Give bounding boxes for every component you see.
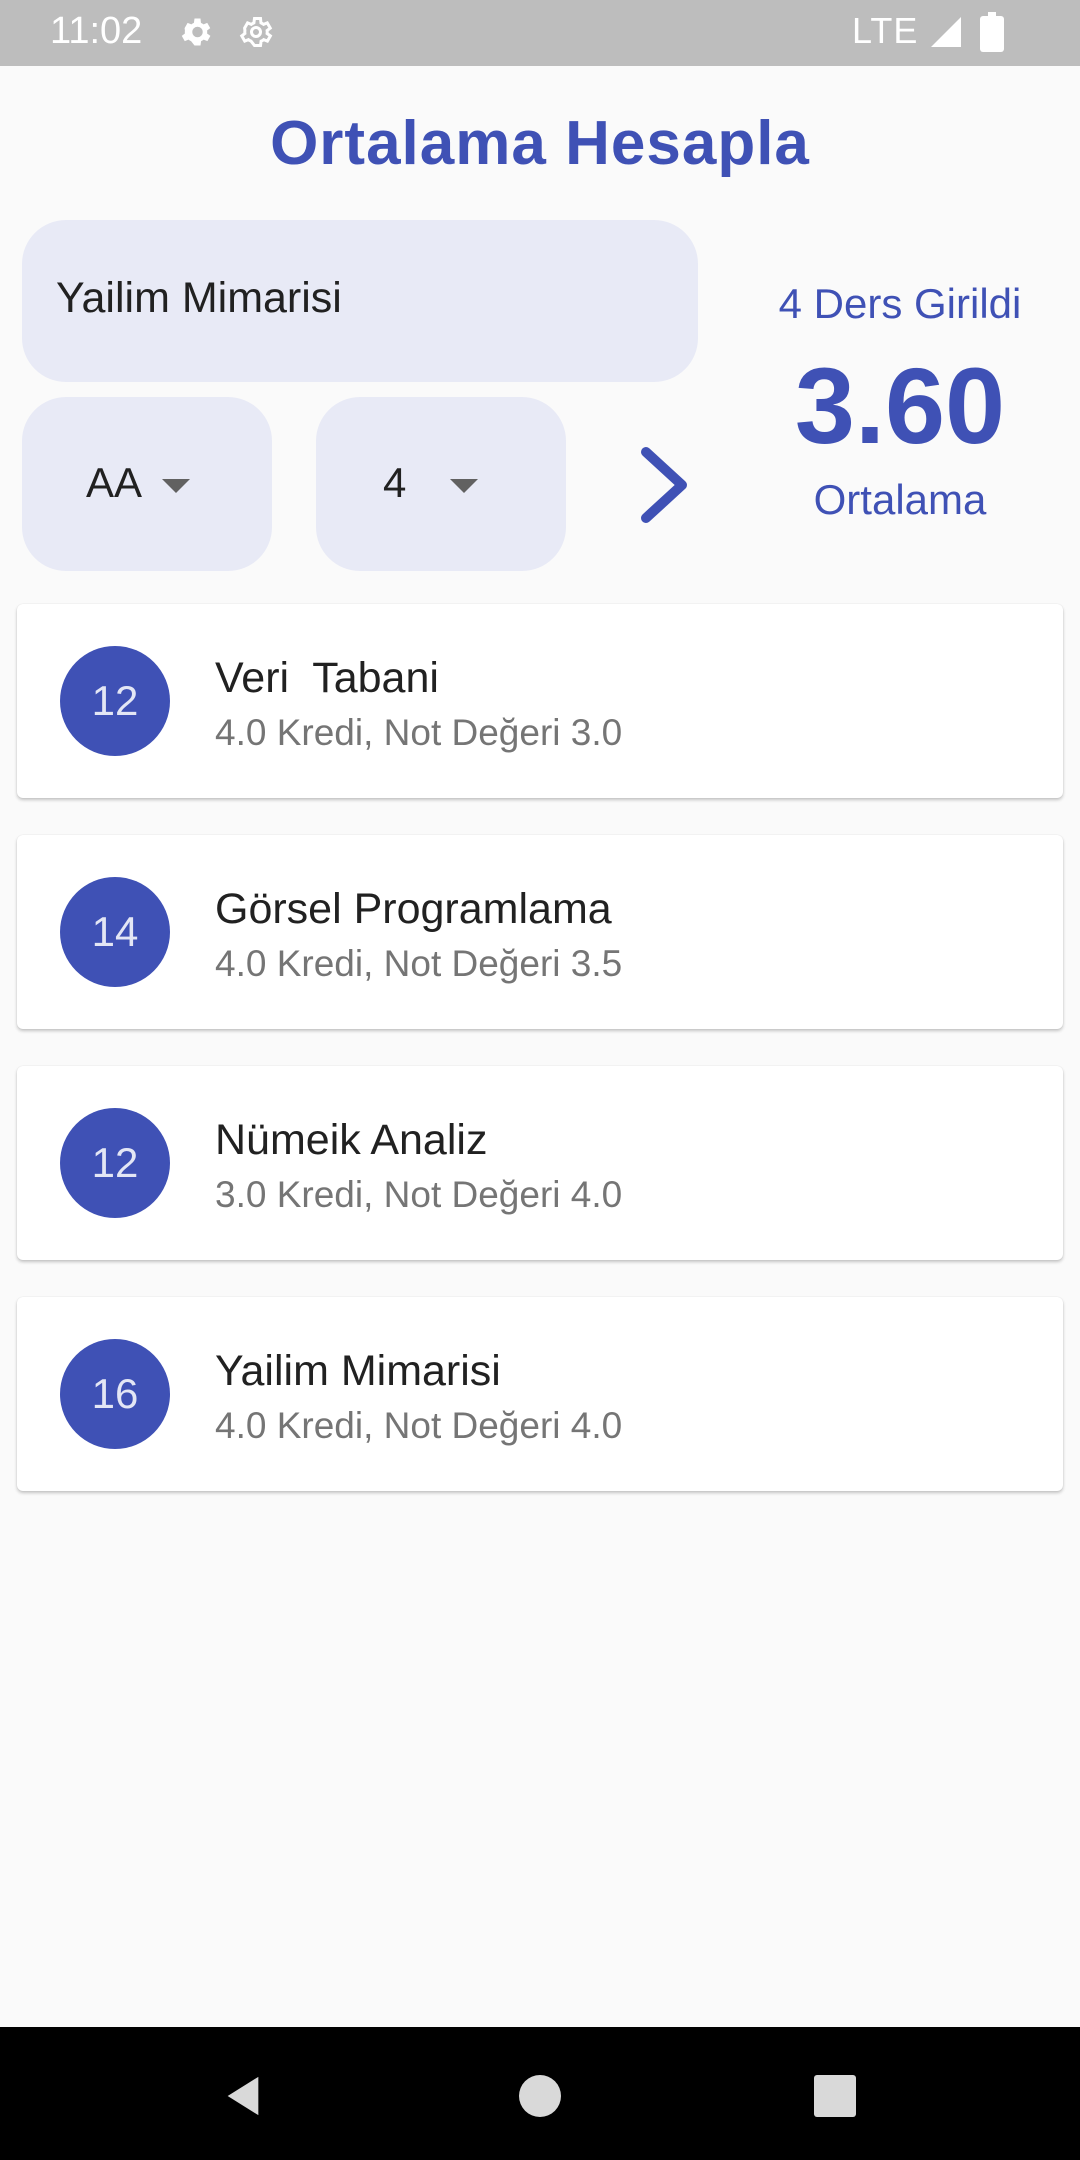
back-icon[interactable] — [220, 2073, 266, 2119]
dropdown-arrow-icon — [450, 479, 478, 493]
course-card[interactable]: 12 Veri Tabani 4.0 Kredi, Not Değeri 3.0 — [17, 604, 1063, 798]
course-card[interactable]: 12 Nümeik Analiz 3.0 Kredi, Not Değeri 4… — [17, 1066, 1063, 1260]
dropdown-arrow-icon — [162, 479, 190, 493]
course-detail: 4.0 Kredi, Not Değeri 3.5 — [215, 943, 623, 984]
battery-icon — [980, 12, 1004, 52]
credit-selected-value: 4 — [383, 459, 407, 506]
course-name: Veri Tabani — [215, 654, 439, 702]
network-type: LTE — [852, 10, 919, 51]
page-title: Ortalama Hesapla — [270, 109, 810, 178]
course-detail: 4.0 Kredi, Not Değeri 3.0 — [215, 712, 623, 753]
grade-dropdown[interactable]: AA — [22, 397, 272, 571]
status-bar: 11:02 LTE — [0, 0, 1080, 66]
navigation-bar — [0, 2027, 1080, 2160]
course-avatar: 16 — [60, 1339, 170, 1449]
course-avatar: 14 — [60, 877, 170, 987]
course-count-label: 4 Ders Girildi — [778, 280, 1022, 327]
course-card[interactable]: 14 Görsel Programlama 4.0 Kredi, Not Değ… — [17, 835, 1063, 1029]
home-icon[interactable] — [519, 2075, 561, 2117]
recents-icon[interactable] — [814, 2075, 856, 2117]
settings-icon — [239, 17, 273, 47]
chevron-right-icon[interactable] — [620, 440, 700, 530]
course-detail: 3.0 Kredi, Not Değeri 4.0 — [215, 1174, 623, 1215]
credit-dropdown[interactable]: 4 — [316, 397, 566, 571]
course-name: Nümeik Analiz — [215, 1116, 488, 1164]
course-name-input[interactable]: Yailim Mimarisi — [22, 220, 698, 382]
course-name: Görsel Programlama — [215, 885, 612, 933]
course-name: Yailim Mimarisi — [215, 1347, 501, 1395]
settings-icon — [181, 18, 211, 46]
average-label: Ortalama — [813, 476, 987, 523]
average-value: 3.60 — [794, 345, 1006, 466]
signal-icon — [931, 17, 961, 47]
course-detail: 4.0 Kredi, Not Değeri 4.0 — [215, 1405, 623, 1446]
grade-selected-value: AA — [86, 459, 143, 506]
course-list: 12 Veri Tabani 4.0 Kredi, Not Değeri 3.0… — [17, 604, 1063, 1528]
course-avatar: 12 — [60, 1108, 170, 1218]
status-time: 11:02 — [50, 10, 143, 52]
course-card[interactable]: 16 Yailim Mimarisi 4.0 Kredi, Not Değeri… — [17, 1297, 1063, 1491]
course-avatar: 12 — [60, 646, 170, 756]
